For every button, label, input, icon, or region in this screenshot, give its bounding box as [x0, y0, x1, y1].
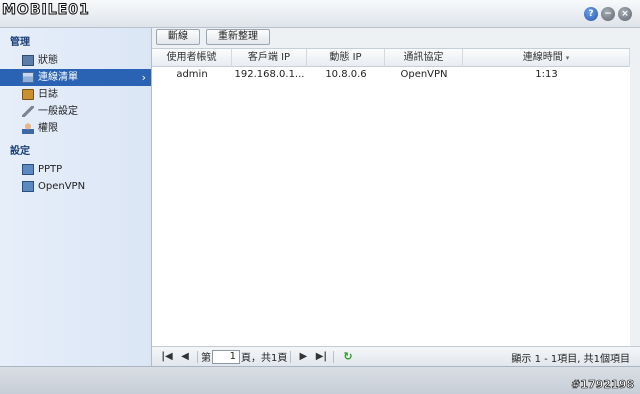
- list-icon: [22, 72, 34, 83]
- settings-section-title: 設定: [10, 146, 30, 157]
- wrench-icon: [22, 106, 34, 117]
- toolbar: 斷線 重新整理: [152, 28, 640, 46]
- pagination-info: 顯示 1 - 1項目, 共1個項目: [511, 354, 630, 365]
- sidebar-item-general-settings[interactable]: 一般設定: [0, 103, 151, 120]
- sidebar-item-pptp[interactable]: PPTP: [0, 161, 151, 178]
- manage-section-title: 管理: [10, 37, 30, 48]
- sidebar-item-label: OpenVPN: [38, 181, 86, 192]
- sort-down-icon: ▾: [565, 54, 570, 62]
- window-controls: ? − ×: [584, 7, 632, 21]
- monitor-icon: [22, 55, 34, 66]
- column-header-connection-time[interactable]: 連線時間 ▾: [463, 49, 630, 67]
- table-header: 使用者帳號 客戶端 IP 動態 IP 通訊協定 連線時間 ▾: [152, 49, 630, 67]
- column-header-dynamic-ip[interactable]: 動態 IP: [307, 49, 385, 67]
- previous-page-icon[interactable]: ◀: [176, 351, 194, 362]
- cell-dynamic-ip: 10.8.0.6: [325, 69, 367, 80]
- mobile01-logo: MOBILE01: [2, 2, 90, 19]
- sidebar-item-label: PPTP: [38, 164, 63, 175]
- help-icon[interactable]: ?: [584, 7, 598, 21]
- column-header-username[interactable]: 使用者帳號: [152, 49, 232, 67]
- separator: [197, 350, 198, 363]
- sidebar-item-status[interactable]: 狀態: [0, 52, 151, 69]
- sidebar-item-openvpn[interactable]: OpenVPN: [0, 178, 151, 195]
- refresh-icon[interactable]: ↻: [343, 350, 352, 363]
- minimize-icon[interactable]: −: [601, 7, 615, 21]
- sidebar-item-label: 權限: [38, 123, 58, 134]
- last-page-icon[interactable]: ▶|: [312, 351, 330, 362]
- sidebar-item-label: 一般設定: [38, 106, 78, 117]
- refresh-button[interactable]: 重新整理: [206, 29, 270, 45]
- sidebar-item-label: 連線清單: [38, 72, 78, 83]
- sidebar: 管理 狀態 連線清單 › 日誌 一般設定 權限 設定 PPTP OpenVPN: [0, 28, 152, 366]
- table-row[interactable]: admin 192.168.0.1... 10.8.0.6 OpenVPN 1:…: [152, 67, 630, 83]
- disconnect-button[interactable]: 斷線: [156, 29, 200, 45]
- next-page-icon[interactable]: ▶: [294, 351, 312, 362]
- cell-client-ip: 192.168.0.1...: [234, 69, 305, 80]
- pagination-bar: |◀ ◀ 第 1 頁，共1頁 ▶ ▶| ↻ 顯示 1 - 1項目, 共1個項目: [152, 346, 640, 366]
- application-window: ? − × 管理 狀態 連線清單 › 日誌 一般設定 權限 設定 PPTP Op…: [0, 0, 640, 394]
- watermark: #1792198: [571, 378, 634, 392]
- column-header-protocol[interactable]: 通訊協定: [385, 49, 463, 67]
- separator: [290, 350, 292, 363]
- page-suffix-label: 頁，共1頁: [241, 353, 288, 364]
- sidebar-item-log[interactable]: 日誌: [0, 86, 151, 103]
- network-icon: [22, 164, 34, 175]
- first-page-icon[interactable]: |◀: [158, 351, 176, 362]
- sidebar-item-connection-list[interactable]: 連線清單 ›: [0, 69, 151, 86]
- column-header-client-ip[interactable]: 客戶端 IP: [232, 49, 307, 67]
- network-icon: [22, 181, 34, 192]
- status-bar: [0, 366, 640, 394]
- connection-table: 使用者帳號 客戶端 IP 動態 IP 通訊協定 連線時間 ▾ admin 192.…: [152, 48, 630, 346]
- page-prefix-label: 第: [201, 353, 211, 364]
- page-number-input[interactable]: 1: [212, 349, 240, 364]
- sidebar-item-permissions[interactable]: 權限: [0, 120, 151, 137]
- column-header-label: 連線時間: [522, 52, 563, 63]
- separator: [333, 350, 335, 363]
- cell-username: admin: [176, 69, 208, 80]
- sidebar-item-label: 日誌: [38, 89, 58, 100]
- close-icon[interactable]: ×: [618, 7, 632, 21]
- user-icon: [22, 123, 34, 134]
- sidebar-item-label: 狀態: [38, 55, 58, 66]
- cell-protocol: OpenVPN: [400, 69, 448, 80]
- cell-connection-time: 1:13: [535, 69, 558, 80]
- chevron-right-icon: ›: [141, 71, 146, 84]
- book-icon: [22, 89, 34, 100]
